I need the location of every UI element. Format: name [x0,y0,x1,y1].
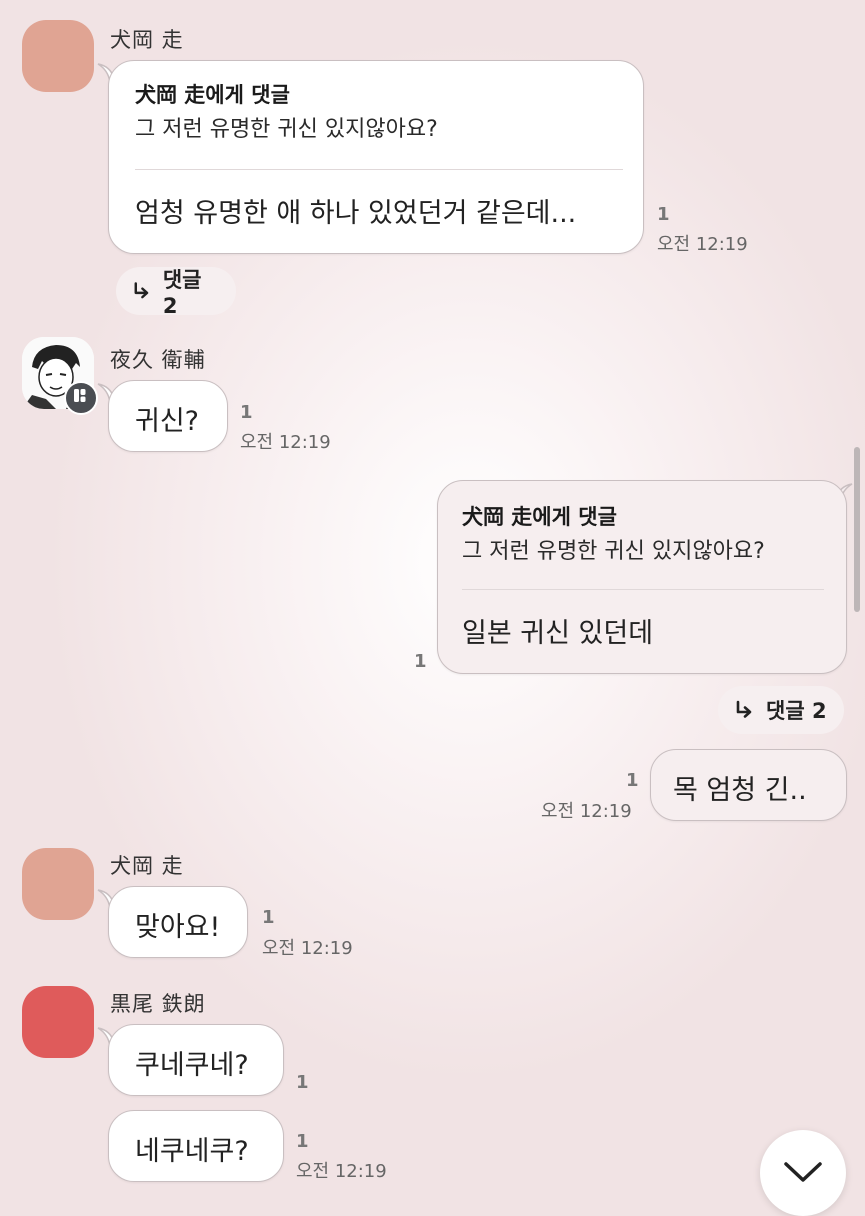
unread-count: 1 [657,204,670,225]
message-text: 일본 귀신 있던데 [462,618,654,649]
unread-count: 1 [262,907,275,928]
divider [462,589,824,590]
sender-name: 夜久 衛輔 [110,348,206,372]
openchat-badge-icon [64,381,98,415]
message-text: 귀신? [135,406,200,437]
unread-count: 1 [414,651,427,672]
reply-arrow-icon [134,282,149,299]
unread-count: 1 [296,1072,309,1093]
divider [135,169,623,170]
message-bubble[interactable]: 맞아요! [108,886,248,958]
message-text: 목 엄청 긴.. [673,775,807,806]
reply-quote: 그 저런 유명한 귀신 있지않아요? [135,117,438,142]
sender-name: 犬岡 走 [110,28,184,52]
reply-arrow-icon [736,700,752,718]
unread-count: 1 [240,402,253,423]
message-text: 네쿠네쿠? [135,1136,249,1167]
reply-header: 犬岡 走에게 댓글 [135,83,290,107]
avatar-inuoka[interactable] [22,20,94,92]
sender-name: 犬岡 走 [110,854,184,878]
message-bubble[interactable]: 귀신? [108,380,228,452]
scroll-to-bottom-button[interactable] [760,1130,846,1216]
message-time: 오전 12:19 [296,1161,387,1182]
thread-label: 댓글 2 [162,268,202,318]
message-bubble[interactable]: 쿠네쿠네? [108,1024,284,1096]
scrollbar[interactable] [854,447,860,612]
sender-name: 黒尾 鉄朗 [110,992,206,1016]
message-time: 오전 12:19 [262,938,353,959]
avatar-inuoka[interactable] [22,848,94,920]
message-bubble[interactable]: 네쿠네쿠? [108,1110,284,1182]
message-text: 맞아요! [135,912,221,943]
message-time: 오전 12:19 [657,234,748,255]
message-bubble-reply[interactable]: 犬岡 走에게 댓글 그 저런 유명한 귀신 있지않아요? 엄청 유명한 애 하나… [108,60,644,254]
reply-header: 犬岡 走에게 댓글 [462,505,617,529]
chevron-down-icon [784,1162,822,1182]
reply-quote: 그 저런 유명한 귀신 있지않아요? [462,539,765,564]
unread-count: 1 [296,1131,309,1152]
thread-label: 댓글 2 [766,699,827,723]
message-text: 쿠네쿠네? [135,1050,249,1081]
message-text: 엄청 유명한 애 하나 있었던거 같은데... [135,198,577,229]
thread-replies-button[interactable]: 댓글 2 [718,686,844,734]
unread-count: 1 [626,770,639,791]
message-bubble[interactable]: 목 엄청 긴.. [650,749,847,821]
avatar-kuroo[interactable] [22,986,94,1058]
message-time: 오전 12:19 [240,432,331,453]
thread-replies-button[interactable]: 댓글 2 [116,267,236,318]
message-time: 오전 12:19 [541,801,632,822]
message-bubble-reply[interactable]: 犬岡 走에게 댓글 그 저런 유명한 귀신 있지않아요? 일본 귀신 있던데 [437,480,847,674]
